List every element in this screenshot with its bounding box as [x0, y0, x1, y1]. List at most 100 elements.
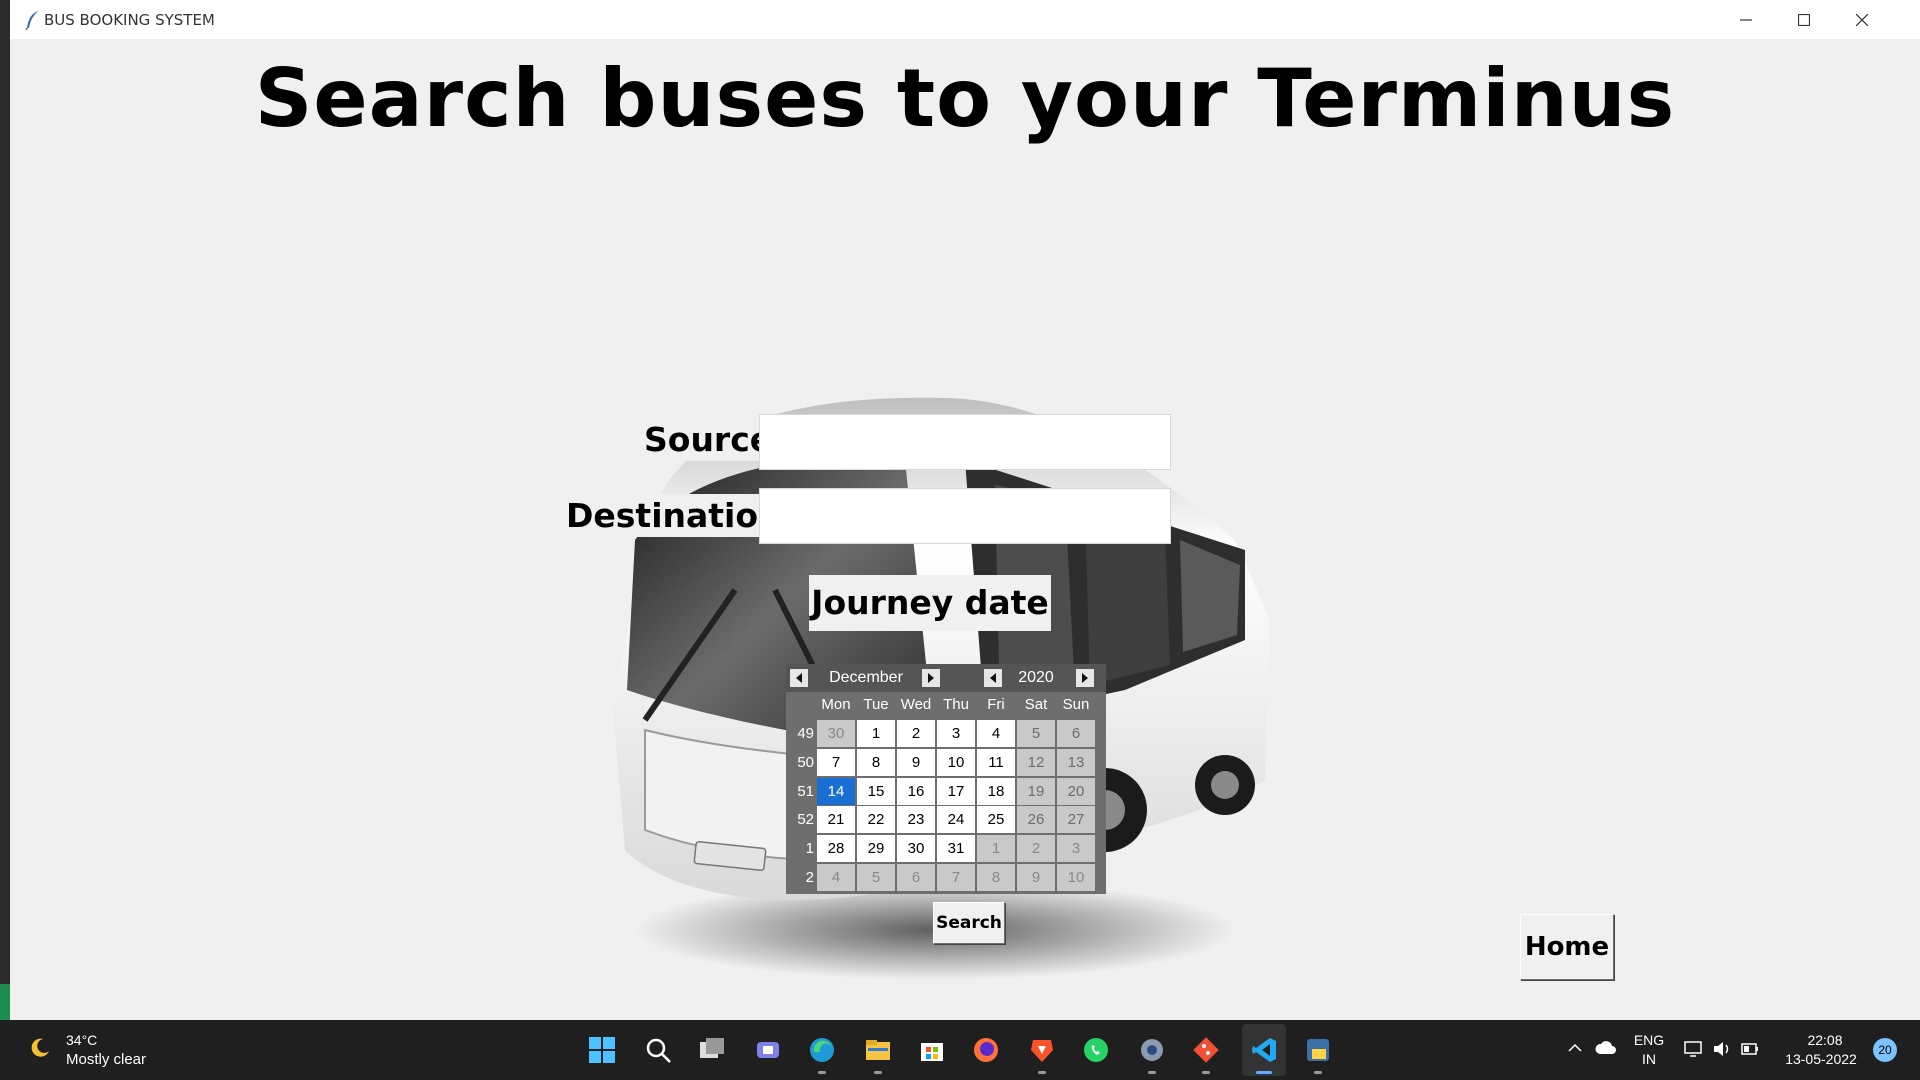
left-arrow-icon [990, 673, 996, 683]
clock-time[interactable]: 22:08 [1790, 1032, 1860, 1048]
calendar-day-cell[interactable]: 18 [977, 777, 1015, 805]
destination-label: Destination [562, 494, 786, 537]
notification-badge[interactable]: 20 [1873, 1038, 1897, 1062]
python-icon[interactable] [1300, 1032, 1336, 1074]
search-icon[interactable] [640, 1032, 676, 1068]
brave-icon[interactable] [1024, 1032, 1060, 1074]
calendar-day-cell[interactable]: 31 [937, 835, 975, 863]
calendar-day-cell[interactable]: 17 [937, 777, 975, 805]
maximize-button[interactable] [1775, 0, 1833, 39]
calendar-day-cell[interactable]: 12 [1017, 748, 1055, 776]
desktop-edge [0, 0, 10, 1020]
teams-icon[interactable] [750, 1032, 786, 1068]
calendar-day-cell[interactable]: 21 [817, 806, 855, 834]
calendar-day-cell[interactable]: 7 [937, 864, 975, 891]
search-button[interactable]: Search [933, 902, 1005, 944]
whatsapp-icon[interactable] [1078, 1032, 1114, 1068]
calendar-day-cell[interactable]: 19 [1017, 777, 1055, 805]
moon-icon [31, 1038, 49, 1057]
git-icon[interactable] [1188, 1032, 1224, 1074]
start-icon[interactable] [584, 1032, 620, 1068]
chevron-up-icon[interactable] [1568, 1043, 1582, 1053]
calendar-day-cell[interactable]: 29 [857, 835, 895, 863]
running-indicator [1038, 1071, 1046, 1074]
running-indicator [818, 1071, 826, 1074]
window-title: BUS BOOKING SYSTEM [44, 11, 215, 29]
calendar-day-cell[interactable]: 30 [897, 835, 935, 863]
calendar-day-cell[interactable]: 15 [857, 777, 895, 805]
calendar-day-cell[interactable]: 16 [897, 777, 935, 805]
date-picker-calendar: December 2020 Mon Tue Wed Thu Fri Sat Sun 49 30 1… [786, 664, 1106, 894]
calendar-day-cell[interactable]: 25 [977, 806, 1015, 834]
next-month-button[interactable] [922, 669, 940, 687]
calendar-day-cell[interactable]: 3 [1057, 835, 1095, 863]
calendar-day-cell[interactable]: 6 [1057, 720, 1095, 747]
calendar-day-cell[interactable]: 1 [857, 720, 895, 747]
minimize-button[interactable] [1717, 0, 1775, 39]
journey-date-label: Journey date [809, 575, 1051, 631]
home-button[interactable]: Home [1520, 914, 1614, 980]
next-year-button[interactable] [1076, 669, 1094, 687]
running-indicator [1256, 1071, 1272, 1074]
calendar-day-cell[interactable]: 2 [897, 720, 935, 747]
language-code[interactable]: ENG [1632, 1032, 1666, 1048]
calendar-day-cell[interactable]: 4 [977, 720, 1015, 747]
calendar-day-cell[interactable]: 10 [937, 748, 975, 776]
running-indicator [1314, 1071, 1322, 1074]
calendar-day-cell[interactable]: 26 [1017, 806, 1055, 834]
calendar-day-header: Fri [987, 696, 1005, 713]
calendar-day-cell[interactable]: 14 [817, 777, 855, 805]
calendar-day-cell[interactable]: 24 [937, 806, 975, 834]
calendar-day-header: Wed [900, 696, 932, 713]
weather-condition[interactable]: Mostly clear [66, 1051, 146, 1068]
calendar-day-cell[interactable]: 6 [897, 864, 935, 891]
calendar-day-cell[interactable]: 13 [1057, 748, 1095, 776]
calendar-day-cell[interactable]: 22 [857, 806, 895, 834]
language-region[interactable]: IN [1632, 1051, 1666, 1067]
calendar-day-cell[interactable]: 3 [937, 720, 975, 747]
calendar-day-cell[interactable]: 5 [1017, 720, 1055, 747]
calendar-day-cell[interactable]: 7 [817, 748, 855, 776]
calendar-day-cell[interactable]: 9 [897, 748, 935, 776]
onedrive-icon[interactable] [1595, 1041, 1617, 1055]
calendar-day-cell[interactable]: 1 [977, 835, 1015, 863]
calendar-day-header: Tue [863, 696, 889, 713]
calendar-day-cell[interactable]: 8 [857, 748, 895, 776]
calendar-day-cell[interactable]: 9 [1017, 864, 1055, 891]
store-icon[interactable] [914, 1032, 950, 1068]
calendar-day-cell[interactable]: 5 [857, 864, 895, 891]
calendar-day-cell[interactable]: 4 [817, 864, 855, 891]
task-view-icon[interactable] [694, 1032, 730, 1068]
file-explorer-icon[interactable] [860, 1032, 896, 1074]
calendar-day-cell[interactable]: 23 [897, 806, 935, 834]
source-input[interactable] [759, 414, 1171, 470]
calendar-day-header: Sat [1024, 696, 1048, 713]
edge-icon[interactable] [804, 1032, 840, 1074]
calendar-day-cell[interactable]: 30 [817, 720, 855, 747]
destination-input[interactable] [759, 488, 1171, 544]
network-icon[interactable] [1684, 1040, 1704, 1058]
volume-icon[interactable] [1712, 1040, 1732, 1058]
running-indicator [874, 1071, 882, 1074]
calendar-day-cell[interactable]: 2 [1017, 835, 1055, 863]
calendar-day-cell[interactable]: 11 [977, 748, 1015, 776]
calendar-week-number: 2 [805, 869, 814, 886]
clock-date[interactable]: 13-05-2022 [1778, 1051, 1864, 1067]
calendar-day-cell[interactable]: 28 [817, 835, 855, 863]
battery-icon[interactable] [1740, 1040, 1760, 1058]
calendar-day-cell[interactable]: 8 [977, 864, 1015, 891]
firefox-icon[interactable] [968, 1032, 1004, 1068]
prev-month-button[interactable] [790, 669, 808, 687]
page-title: Search buses to your Terminus [254, 52, 1676, 145]
calendar-day-cell[interactable]: 10 [1057, 864, 1095, 891]
calendar-week-number: 51 [797, 782, 814, 800]
weather-temperature[interactable]: 34°C [66, 1032, 97, 1048]
calendar-day-cell[interactable]: 20 [1057, 777, 1095, 805]
calendar-week-number: 1 [805, 840, 814, 858]
calendar-day-cell[interactable]: 27 [1057, 806, 1095, 834]
vscode-icon[interactable] [1246, 1032, 1282, 1074]
prev-year-button[interactable] [984, 669, 1002, 687]
settings-icon[interactable] [1134, 1032, 1170, 1074]
calendar-week-number: 52 [797, 811, 814, 829]
close-button[interactable] [1833, 0, 1891, 39]
